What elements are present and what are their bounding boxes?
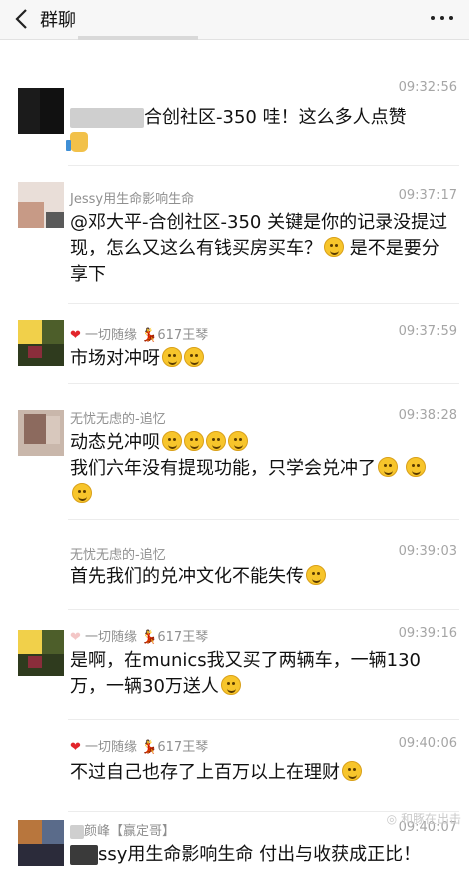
message-item: ❤ 一切随缘 💃617王琴 09:40:06 不过自己也存了上百万以上在理财 — [0, 720, 469, 812]
thinking-emoji-icon — [306, 565, 326, 585]
thinking-emoji-icon — [378, 457, 398, 477]
message-item: 09:32:56 合创社区-350 哇！这么多人点赞 — [0, 70, 469, 166]
heart-icon: ❤ — [70, 630, 81, 645]
chevron-left-icon — [15, 9, 27, 29]
message-text: 是啊，在munics我又买了两辆车，一辆130万，一辆30万送人 — [70, 650, 421, 697]
thinking-emoji-icon — [184, 431, 204, 451]
chat-title: 群聊 — [40, 10, 76, 31]
thinking-emoji-icon — [162, 431, 182, 451]
message-text: @邓大平-合创社区-350 关键是你的记录没提过现，怎么又这么有钱买房买车？ 是… — [70, 212, 448, 285]
avatar[interactable] — [18, 630, 64, 676]
message-time: 09:39:03 — [398, 544, 457, 559]
redacted-name — [70, 824, 84, 839]
avatar[interactable] — [18, 182, 64, 228]
sender-name: 无忧无虑的-追忆 — [70, 548, 166, 563]
sender-name: ❤ 一切随缘 💃617王琴 — [70, 328, 209, 343]
thinking-emoji-icon — [405, 457, 426, 477]
message-text: 首先我们的兑冲文化不能失传 — [70, 564, 455, 590]
sender-name: ❤ 一切随缘 💃617王琴 — [70, 630, 209, 645]
message-item: 无忧无虑的-追忆 09:38:28 动态兑冲呗 我们六年没有提现功能，只学会兑冲… — [0, 384, 469, 520]
dancer-icon: 💃 — [141, 630, 158, 645]
grin-emoji-icon — [342, 761, 362, 781]
sender-name: ❤ 一切随缘 💃617王琴 — [70, 740, 209, 755]
grin-emoji-icon — [220, 675, 241, 695]
message-item: ❤ 一切随缘 💃617王琴 09:37:59 市场对冲呀 — [0, 304, 469, 384]
message-item: Jessy用生命影响生命 09:37:17 @邓大平-合创社区-350 关键是你… — [0, 166, 469, 304]
message-item: ❤ 一切随缘 💃617王琴 09:39:16 是啊，在munics我又买了两辆车… — [0, 610, 469, 720]
message-text: 市场对冲呀 — [70, 346, 455, 372]
avatar[interactable] — [18, 410, 64, 456]
message-time: 09:37:17 — [398, 188, 457, 203]
thinking-emoji-icon — [228, 431, 248, 451]
message-text: 动态兑冲呗 我们六年没有提现功能，只学会兑冲了 — [70, 430, 455, 508]
message-text: ssy用生命影响生命 付出与收获成正比！ — [70, 842, 455, 868]
dancer-icon: 💃 — [141, 328, 158, 343]
message-item: 无忧无虑的-追忆 09:39:03 首先我们的兑冲文化不能失传 — [0, 520, 469, 610]
wechat-logo-icon: ◎ — [386, 812, 398, 826]
avatar[interactable] — [18, 320, 64, 366]
thinking-emoji-icon — [184, 347, 204, 367]
message-time: 09:37:59 — [398, 324, 457, 339]
back-button[interactable] — [10, 4, 36, 34]
more-button[interactable] — [427, 4, 457, 32]
smile-emoji-icon — [324, 237, 344, 257]
dancer-icon: 💃 — [141, 740, 158, 755]
watermark: ◎ 和豚在出击 — [386, 812, 461, 826]
message-text: 合创社区-350 哇！这么多人点赞 — [66, 105, 455, 157]
previous-message-remnant — [78, 36, 198, 40]
sender-name: Jessy用生命影响生命 — [70, 192, 195, 207]
sender-name: 无忧无虑的-追忆 — [70, 412, 166, 427]
sender-name: 颜峰【赢定哥】 — [70, 820, 175, 839]
thumbs-up-icon — [66, 132, 88, 152]
message-time: 09:40:06 — [398, 736, 457, 751]
avatar[interactable] — [18, 820, 64, 866]
heart-icon: ❤ — [70, 740, 81, 755]
laughing-crying-emoji-icon — [162, 347, 182, 367]
heart-icon: ❤ — [70, 328, 81, 343]
redacted-mention — [70, 108, 144, 128]
redacted-mention — [70, 845, 98, 865]
message-time: 09:32:56 — [398, 80, 457, 95]
message-text: 不过自己也存了上百万以上在理财 — [70, 760, 455, 786]
chat-header: 群聊 — [0, 0, 469, 40]
thinking-emoji-icon — [206, 431, 226, 451]
message-time: 09:38:28 — [398, 408, 457, 423]
avatar[interactable] — [18, 88, 64, 134]
thinking-emoji-icon — [72, 483, 92, 503]
more-dots-icon — [431, 16, 435, 20]
message-time: 09:39:16 — [398, 626, 457, 641]
